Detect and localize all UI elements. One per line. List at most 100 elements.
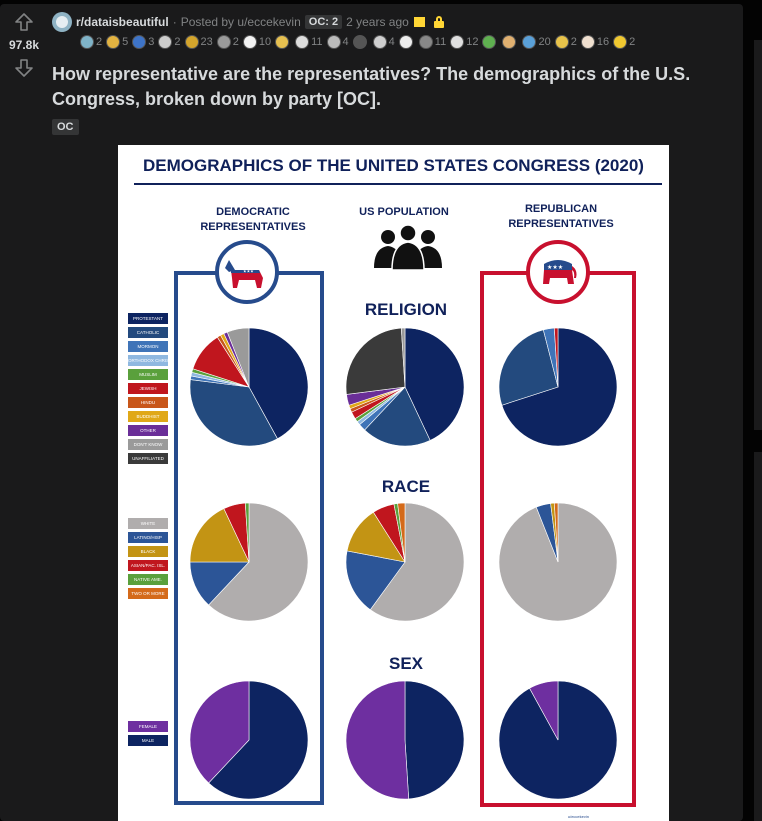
downvote-icon[interactable] bbox=[14, 58, 34, 78]
award-count: 20 bbox=[538, 36, 551, 48]
award-icon-15 bbox=[450, 35, 465, 49]
section-sex: SEX bbox=[388, 654, 424, 673]
award-item[interactable]: 2 bbox=[216, 35, 239, 49]
dem-column-header: DEMOCRATIC REPRESENTATIVES bbox=[200, 206, 306, 233]
award-item[interactable]: 11 bbox=[418, 35, 446, 49]
pie-slice-male bbox=[404, 680, 465, 800]
legend-item: UNAFFILIATED bbox=[128, 453, 168, 464]
legend-item: CATHOLIC bbox=[128, 327, 168, 338]
pie-dem-sex bbox=[189, 680, 309, 800]
award-count: 4 bbox=[342, 36, 349, 48]
infographic-title: DEMOGRAPHICS OF THE UNITED STATES CONGRE… bbox=[143, 156, 644, 175]
pie-slice-female bbox=[345, 680, 410, 800]
award-count: 2 bbox=[96, 36, 103, 48]
award-item[interactable]: 20 bbox=[522, 35, 551, 49]
award-item[interactable] bbox=[482, 35, 498, 49]
republican-elephant-logo: ★★★ bbox=[526, 240, 590, 304]
us-column-header: US POPULATION bbox=[359, 206, 449, 218]
award-item[interactable]: 12 bbox=[450, 35, 478, 49]
pie-dem-race bbox=[189, 502, 309, 622]
sidebar-edge-lower bbox=[754, 452, 762, 821]
award-icon-17 bbox=[502, 35, 517, 49]
legend-item: MORMON bbox=[128, 341, 168, 352]
sidebar-edge bbox=[754, 40, 762, 430]
vote-column: 97.8k bbox=[6, 12, 42, 78]
award-icon-16 bbox=[482, 35, 497, 49]
rep-column-header: REPUBLICAN REPRESENTATIVES bbox=[508, 203, 614, 230]
award-icon-19 bbox=[554, 35, 569, 49]
award-item[interactable]: 2 bbox=[80, 35, 102, 49]
award-icon-10 bbox=[326, 35, 341, 49]
legend-item: BLACK bbox=[128, 546, 168, 557]
awards-row[interactable]: 2 5 3 2 23 2 10 11 4 4 11 12 20 2 16 2 bbox=[80, 34, 639, 50]
pie-slice-unaffiliated bbox=[345, 327, 406, 395]
pie-rep-race bbox=[498, 502, 618, 622]
infographic-image[interactable]: DEMOGRAPHICS OF THE UNITED STATES CONGRE… bbox=[118, 145, 669, 821]
award-count: 2 bbox=[570, 36, 577, 48]
post-flair-tag[interactable]: OC bbox=[52, 119, 79, 135]
legend-item: JEWISH bbox=[128, 383, 168, 394]
award-item[interactable]: 4 bbox=[326, 35, 349, 49]
award-icon-2 bbox=[106, 35, 121, 49]
section-religion: RELIGION bbox=[364, 300, 448, 319]
award-item[interactable]: 2 bbox=[613, 35, 635, 49]
legend-item: OTHER bbox=[128, 425, 168, 436]
legend-sex: FEMALE MALE bbox=[128, 721, 168, 749]
award-icon-5 bbox=[184, 35, 199, 49]
subreddit-icon[interactable] bbox=[52, 12, 72, 32]
title-rule bbox=[134, 183, 662, 185]
legend-religion: PROTESTANT CATHOLIC MORMON ORTHODOX CHRISTI… bbox=[128, 313, 168, 467]
award-item[interactable]: 5 bbox=[106, 35, 128, 49]
award-item[interactable]: 11 bbox=[295, 35, 323, 49]
author-flair: OC: 2 bbox=[304, 15, 343, 29]
legend-item: LATINO/HISP bbox=[128, 532, 168, 543]
post-title[interactable]: How representative are the representativ… bbox=[52, 62, 742, 112]
award-count: 2 bbox=[174, 36, 181, 48]
legend-item: TWO OR MORE bbox=[128, 588, 168, 599]
legend-item: MALE bbox=[128, 735, 168, 746]
award-item[interactable]: 3 bbox=[132, 35, 154, 49]
award-icon-18 bbox=[522, 35, 537, 49]
award-count: 12 bbox=[466, 36, 479, 48]
legend-race: WHITE LATINO/HISP BLACK ASIAN/PAC. ISL. NATI… bbox=[128, 518, 168, 602]
section-race: RACE bbox=[381, 477, 431, 496]
award-icon-13 bbox=[398, 35, 413, 49]
award-item[interactable]: 2 bbox=[554, 35, 577, 49]
award-item[interactable]: 10 bbox=[242, 35, 271, 49]
award-item[interactable]: 4 bbox=[372, 35, 395, 49]
award-item[interactable]: 16 bbox=[580, 35, 610, 49]
legend-item: BUDDHIST bbox=[128, 411, 168, 422]
award-item[interactable] bbox=[398, 35, 415, 49]
legend-item: FEMALE bbox=[128, 721, 168, 732]
democrat-donkey-logo: ★★★ bbox=[215, 240, 279, 304]
award-icon-6 bbox=[216, 35, 231, 49]
vote-score: 97.8k bbox=[8, 38, 40, 52]
legend-item: ORTHODOX CHRISTIAN bbox=[128, 355, 168, 366]
legend-item: WHITE bbox=[128, 518, 168, 529]
legend-item: MUSLIM bbox=[128, 369, 168, 380]
legend-item: ASIAN/PAC. ISL. bbox=[128, 560, 168, 571]
award-icon-7 bbox=[242, 35, 257, 49]
award-item[interactable]: 2 bbox=[158, 35, 181, 49]
award-count: 2 bbox=[629, 36, 636, 48]
award-icon-3 bbox=[132, 35, 147, 49]
subreddit-link[interactable]: r/dataisbeautiful bbox=[76, 15, 169, 29]
upvote-icon[interactable] bbox=[14, 12, 34, 32]
population-people-icon bbox=[374, 224, 442, 270]
award-icon-4 bbox=[158, 35, 173, 49]
award-item[interactable] bbox=[275, 35, 291, 49]
award-item[interactable]: 23 bbox=[184, 35, 213, 49]
award-icon-14 bbox=[418, 35, 433, 49]
award-count: 11 bbox=[311, 36, 323, 48]
meta-separator: · bbox=[172, 15, 177, 29]
lock-icon bbox=[433, 16, 444, 28]
svg-text:★★★: ★★★ bbox=[547, 264, 563, 271]
pie-dem-religion bbox=[189, 327, 309, 447]
award-icon-20 bbox=[580, 35, 595, 49]
award-count: 16 bbox=[596, 36, 610, 48]
post-time[interactable]: 2 years ago bbox=[346, 15, 409, 29]
author-link[interactable]: u/eccekevin bbox=[237, 15, 300, 29]
award-item[interactable] bbox=[502, 35, 518, 49]
award-item[interactable] bbox=[352, 35, 369, 49]
infographic-credit: u/eccekevin bbox=[567, 814, 589, 819]
